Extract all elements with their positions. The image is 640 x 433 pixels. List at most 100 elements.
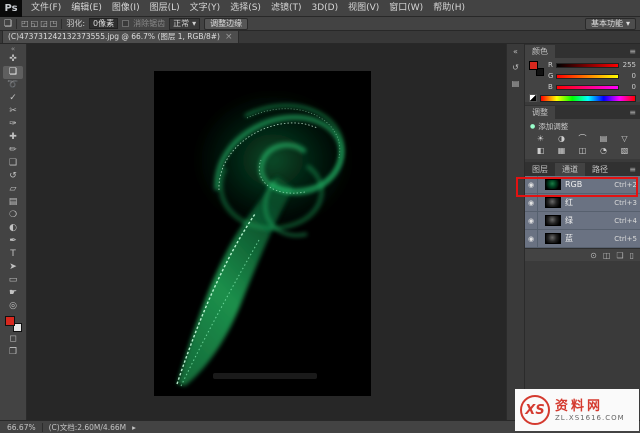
antialias-checkbox[interactable]: [122, 20, 129, 27]
collapse-toolbar-icon[interactable]: «: [11, 45, 15, 53]
tool-type[interactable]: T: [3, 248, 23, 261]
feather-input[interactable]: 0像素: [89, 18, 118, 29]
rgb-sliders: R 255 G 0 B 0: [548, 61, 636, 91]
panel-menu-icon[interactable]: ≡: [625, 45, 640, 58]
hue-saturation-icon[interactable]: ◧: [537, 146, 545, 156]
black-white-icon[interactable]: ◫: [579, 146, 587, 156]
collapse-panels-icon[interactable]: «: [513, 47, 518, 56]
tool-hand[interactable]: ☛: [3, 287, 23, 300]
tool-pen[interactable]: ✒: [3, 235, 23, 248]
canvas-area[interactable]: [27, 44, 506, 420]
document-canvas-image[interactable]: [155, 72, 370, 395]
green-smoke-image: [155, 72, 370, 395]
tool-eraser[interactable]: ▱: [3, 183, 23, 196]
photo-filter-icon[interactable]: ◔: [600, 146, 607, 156]
load-selection-icon[interactable]: ⊙: [590, 251, 597, 260]
zoom-level[interactable]: 66.67%: [7, 423, 36, 432]
menu-item-window[interactable]: 窗口(W): [384, 0, 428, 17]
exposure-icon[interactable]: ▤: [600, 134, 608, 144]
style-select[interactable]: 正常 ▾: [169, 18, 200, 30]
tool-brush[interactable]: ✏: [3, 144, 23, 157]
workspace-switcher-button[interactable]: 基本功能 ▾: [585, 18, 636, 30]
eye-icon[interactable]: ◉: [525, 212, 538, 230]
vibrance-icon[interactable]: ▽: [621, 134, 627, 144]
chevron-down-icon: ▾: [192, 19, 196, 28]
green-slider[interactable]: [556, 74, 619, 79]
tool-gradient[interactable]: ▤: [3, 196, 23, 209]
menu-item-help[interactable]: 帮助(H): [428, 0, 470, 17]
menu-item-select[interactable]: 选择(S): [225, 0, 266, 17]
intersect-selection-icon[interactable]: ◳: [50, 19, 58, 28]
tab-channels[interactable]: 通道: [555, 163, 585, 176]
tool-eyedropper[interactable]: ✑: [3, 118, 23, 131]
status-arrow-icon[interactable]: ▸: [132, 423, 136, 432]
foreground-color-swatch[interactable]: [5, 316, 15, 326]
eye-icon[interactable]: ◉: [525, 230, 538, 248]
invert-icon[interactable]: ◩: [558, 158, 566, 159]
panel-menu-icon[interactable]: ≡: [625, 106, 640, 119]
subtract-selection-icon[interactable]: ◲: [40, 19, 48, 28]
tool-history-brush[interactable]: ↺: [3, 170, 23, 183]
channel-row-blue[interactable]: ◉ 蓝 Ctrl+5: [525, 230, 640, 248]
color-balance-icon[interactable]: ▦: [558, 146, 566, 156]
screen-mode-icon[interactable]: ❐: [3, 346, 23, 359]
tool-rectangular-marquee[interactable]: ❏: [3, 66, 23, 79]
quick-mask-icon[interactable]: ◻: [3, 333, 23, 346]
document-tab[interactable]: (C)473731242132373555.jpg @ 66.7% (图层 1,…: [2, 30, 239, 43]
tool-zoom[interactable]: ◎: [3, 300, 23, 313]
posterize-icon[interactable]: ⊠: [579, 158, 586, 159]
color-lookup-icon[interactable]: ⊞: [537, 158, 544, 159]
tool-move[interactable]: ✜: [3, 53, 23, 66]
tool-blur[interactable]: ❍: [3, 209, 23, 222]
menu-item-type[interactable]: 文字(Y): [185, 0, 226, 17]
selective-color-icon[interactable]: ⊿: [621, 158, 628, 159]
color-spectrum-ramp[interactable]: [540, 95, 636, 102]
tab-paths[interactable]: 路径: [585, 163, 615, 176]
adjustments-panel-tabs: 调整 ≡: [525, 105, 640, 119]
default-colors-icon[interactable]: [529, 94, 537, 102]
green-value[interactable]: 0: [622, 72, 636, 80]
tool-path-selection[interactable]: ➤: [3, 261, 23, 274]
menu-item-view[interactable]: 视图(V): [343, 0, 384, 17]
tab-color[interactable]: 颜色: [525, 45, 555, 58]
active-tool-icon[interactable]: ❏: [4, 19, 12, 29]
red-value[interactable]: 255: [622, 61, 636, 69]
new-channel-icon[interactable]: ❏: [616, 251, 623, 260]
add-selection-icon[interactable]: ◱: [31, 19, 39, 28]
menu-item-edit[interactable]: 编辑(E): [66, 0, 107, 17]
menu-item-file[interactable]: 文件(F): [26, 0, 66, 17]
blue-value[interactable]: 0: [622, 83, 636, 91]
delete-channel-icon[interactable]: ▯: [630, 251, 634, 260]
brightness-contrast-icon[interactable]: ☀: [537, 134, 544, 144]
red-slider[interactable]: [556, 63, 619, 68]
history-panel-icon[interactable]: ↺: [512, 63, 519, 72]
levels-icon[interactable]: ◑: [558, 134, 565, 144]
tools-panel: « ✜ ❏ ➰ ✓ ✂ ✑ ✚ ✏ ❑ ↺ ▱ ▤ ❍ ◐ ✒ T ➤ ▭ ☛ …: [0, 44, 27, 420]
blue-slider-row: B 0: [548, 83, 636, 91]
curves-icon[interactable]: ⌒: [579, 134, 587, 144]
foreground-color-swatch[interactable]: [529, 61, 538, 70]
tool-clone-stamp[interactable]: ❑: [3, 157, 23, 170]
menu-item-3d[interactable]: 3D(D): [306, 0, 343, 17]
tool-shape[interactable]: ▭: [3, 274, 23, 287]
channel-mixer-icon[interactable]: ▧: [621, 146, 629, 156]
threshold-icon[interactable]: ≋: [600, 158, 607, 159]
close-icon[interactable]: ×: [225, 31, 233, 43]
tab-adjustments[interactable]: 调整: [525, 106, 555, 119]
blue-slider[interactable]: [556, 85, 619, 90]
properties-panel-icon[interactable]: ▤: [512, 79, 520, 88]
tool-healing-brush[interactable]: ✚: [3, 131, 23, 144]
panel-menu-icon[interactable]: ≡: [625, 163, 640, 176]
tool-crop[interactable]: ✂: [3, 105, 23, 118]
tool-dodge[interactable]: ◐: [3, 222, 23, 235]
new-selection-icon[interactable]: ◰: [21, 19, 29, 28]
menu-item-filter[interactable]: 滤镜(T): [266, 0, 307, 17]
channel-row-green[interactable]: ◉ 绿 Ctrl+4: [525, 212, 640, 230]
menu-item-image[interactable]: 图像(I): [107, 0, 145, 17]
tool-quick-selection[interactable]: ✓: [3, 92, 23, 105]
menu-item-layer[interactable]: 图层(L): [145, 0, 185, 17]
tool-lasso[interactable]: ➰: [3, 79, 23, 92]
save-selection-icon[interactable]: ◫: [603, 251, 611, 260]
refine-edge-button[interactable]: 调整边缘: [204, 18, 248, 30]
tab-layers[interactable]: 图层: [525, 163, 555, 176]
